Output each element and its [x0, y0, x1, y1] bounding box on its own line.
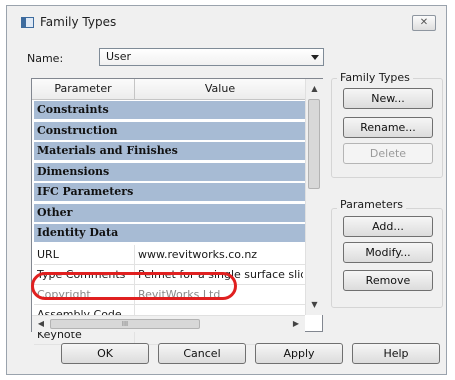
name-dropdown-value: User: [106, 50, 132, 63]
name-dropdown[interactable]: User: [99, 48, 324, 66]
ok-button[interactable]: OK: [61, 343, 149, 364]
new-type-button[interactable]: New...: [343, 88, 433, 109]
column-header-parameter[interactable]: Parameter: [32, 79, 135, 99]
family-types-dialog: Family Types ✕ Name: User Parameter Valu…: [6, 5, 447, 375]
group-row-construction[interactable]: Construction: [34, 121, 305, 140]
dialog-title: Family Types: [40, 15, 117, 29]
group-row-constraints[interactable]: Constraints: [34, 101, 305, 119]
group-row-other[interactable]: Other: [34, 203, 305, 222]
group-row-identity-data[interactable]: Identity Data: [34, 224, 305, 242]
parameters-group-title: Parameters: [337, 198, 406, 211]
column-divider: [134, 244, 135, 264]
chevron-down-icon: [311, 55, 319, 60]
modify-parameter-button[interactable]: Modify...: [343, 242, 433, 263]
table-row[interactable]: URL www.revitworks.co.nz: [34, 244, 305, 265]
scroll-grip: III: [121, 320, 129, 328]
cancel-button[interactable]: Cancel: [158, 343, 246, 364]
apply-button[interactable]: Apply: [255, 343, 343, 364]
close-button[interactable]: ✕: [412, 15, 436, 31]
grid-rows: Constraints Construction Materials and F…: [34, 101, 305, 345]
name-label: Name:: [27, 52, 64, 65]
delete-type-button[interactable]: Delete: [343, 143, 433, 164]
remove-parameter-button[interactable]: Remove: [343, 270, 433, 291]
horizontal-scroll-thumb[interactable]: III: [50, 319, 200, 329]
family-types-group-title: Family Types: [337, 71, 413, 84]
scroll-right-arrow-icon[interactable]: ▶: [289, 316, 303, 332]
scroll-down-arrow-icon[interactable]: ▼: [306, 297, 323, 313]
value-cell[interactable]: www.revitworks.co.nz: [138, 248, 303, 261]
scroll-left-arrow-icon[interactable]: ◀: [34, 316, 48, 332]
column-header-value[interactable]: Value: [135, 79, 305, 99]
copyright-highlight-annotation: [31, 272, 237, 300]
grid-header: Parameter Value: [32, 79, 305, 100]
group-row-materials-and-finishes[interactable]: Materials and Finishes: [34, 142, 305, 160]
window-icon: [21, 17, 34, 28]
title-bar: Family Types ✕: [7, 6, 446, 36]
vertical-scrollbar[interactable]: ▲ ▼: [305, 79, 323, 315]
horizontal-scrollbar[interactable]: ◀ III ▶: [32, 315, 305, 332]
group-row-dimensions[interactable]: Dimensions: [34, 162, 305, 181]
group-row-ifc-parameters[interactable]: IFC Parameters: [34, 183, 305, 201]
rename-type-button[interactable]: Rename...: [343, 117, 433, 138]
add-parameter-button[interactable]: Add...: [343, 216, 433, 237]
help-button[interactable]: Help: [352, 343, 440, 364]
parameter-cell: URL: [37, 247, 59, 261]
scroll-up-arrow-icon[interactable]: ▲: [306, 81, 323, 97]
vertical-scroll-thumb[interactable]: [308, 99, 320, 189]
